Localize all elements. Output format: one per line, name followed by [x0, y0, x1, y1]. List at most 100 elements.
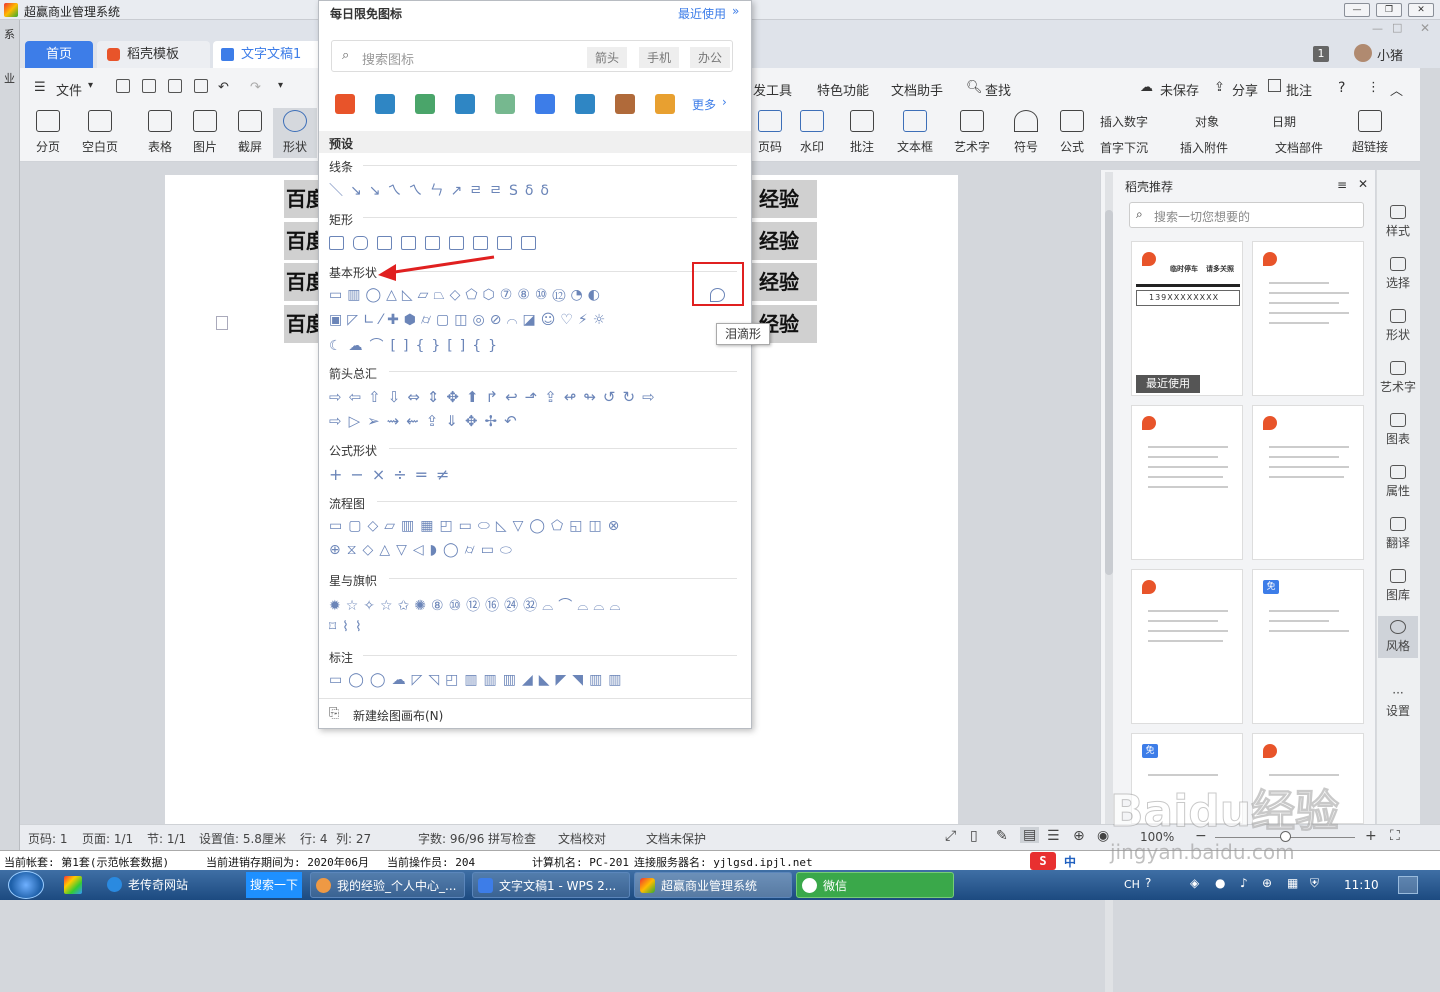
pen-icon[interactable]: ✎ [996, 828, 1008, 844]
print-icon[interactable] [168, 79, 182, 93]
shape-button[interactable]: 形状 [273, 108, 317, 158]
sidebar-item-style[interactable]: 样式 [1378, 205, 1418, 239]
search-chip[interactable]: 办公 [690, 47, 731, 68]
sidebar-item-wordart[interactable]: 艺术字 [1378, 361, 1418, 395]
drop-cap-button[interactable]: 首字下沉 [1100, 139, 1148, 156]
taskbar-item-wechat[interactable]: 微信 [796, 872, 954, 898]
help-button[interactable]: ? [1338, 80, 1345, 96]
more-options-icon[interactable]: ⋮ [1367, 80, 1380, 95]
read-mode-icon[interactable]: ▯ [970, 828, 978, 844]
flow-row-2[interactable]: ⊕⧖◇△▽◁◗◯⌭▭⬭ [329, 542, 629, 562]
chevron-down-icon[interactable]: ▾ [88, 80, 93, 91]
menu-find[interactable]: 查找 [985, 80, 1011, 99]
formula-button[interactable]: 公式 [1050, 110, 1094, 155]
flow-row-1[interactable]: ▭▢◇▱▥▦◰▭⬭◺▽◯⬠◱◫⊗ [329, 518, 739, 538]
panel-search-input[interactable]: ⌕ 搜索一切您想要的 [1129, 202, 1364, 228]
taskbar-item-browser[interactable]: 我的经验_个人中心_... [310, 872, 465, 898]
snip-rect-shape[interactable] [377, 236, 392, 250]
wordart-button[interactable]: 艺术字 [950, 110, 994, 155]
more-icons-link[interactable]: 更多 [692, 96, 716, 113]
panel-scrollbar[interactable] [1105, 210, 1113, 575]
wechat-tray-icon[interactable]: ● [1215, 876, 1225, 890]
taskbar-item-website[interactable]: 老传奇网站 [102, 872, 242, 898]
help-tray-icon[interactable]: ? [1145, 876, 1151, 890]
sidebar-item-theme[interactable]: 风格 [1378, 616, 1418, 658]
rect-shape[interactable] [329, 236, 344, 250]
new-canvas-button[interactable]: 新建绘图画布(N) [353, 707, 443, 724]
unsaved-status[interactable]: 未保存 [1160, 80, 1199, 99]
file-menu[interactable]: 文件 [56, 80, 82, 99]
menu-doc-assistant[interactable]: 文档助手 [891, 80, 943, 99]
comment-insert-button[interactable]: 批注 [840, 110, 884, 155]
quicklaunch-icon[interactable] [64, 876, 82, 894]
chevron-right-icon[interactable]: › [722, 95, 727, 109]
eye-icon[interactable]: ◉ [1097, 828, 1109, 844]
fit-window-icon[interactable]: ⛶ [1390, 828, 1400, 844]
export-icon[interactable] [142, 79, 156, 93]
close-button[interactable]: ✕ [1408, 3, 1434, 17]
lines-row[interactable]: ＼↘↘ㄟㄟㄣ↗ㄹㄹSδδ [329, 180, 629, 202]
snip-rect-shape[interactable] [521, 236, 536, 250]
tray-icon[interactable]: ◈ [1190, 876, 1199, 890]
free-icon-9[interactable] [655, 94, 675, 114]
sidebar-item-chart[interactable]: 图表 [1378, 413, 1418, 447]
insert-attachment-button[interactable]: 插入附件 [1180, 139, 1228, 156]
sidebar-item-properties[interactable]: 属性 [1378, 465, 1418, 499]
paragraph-handle-icon[interactable] [216, 316, 228, 330]
clock[interactable]: 11:10 [1344, 878, 1379, 892]
free-icon-7[interactable] [575, 94, 595, 114]
template-card[interactable] [1131, 405, 1243, 560]
snip-rect-shape[interactable] [449, 236, 464, 250]
volume-icon[interactable]: ♪ [1240, 876, 1248, 890]
taskbar-item-erp[interactable]: 超赢商业管理系统 [634, 872, 792, 898]
user-name[interactable]: 小猪 [1377, 45, 1403, 64]
undo-icon[interactable]: ↶ [218, 80, 229, 95]
template-card[interactable]: 临时停车 请多关照 139XXXXXXXX 最近使用 [1131, 241, 1243, 396]
basic-shapes-row-2[interactable]: ▣◸∟⁄✚⬢⌭▢◫◎⊘⌒◪☺♡⚡☼ [329, 312, 739, 332]
redo-icon[interactable]: ↷ [250, 80, 261, 95]
recent-link[interactable]: 最近使用 [678, 5, 726, 22]
sogou-ime-icon[interactable]: S [1030, 852, 1056, 870]
wps-maximize[interactable]: □ [1392, 21, 1402, 34]
table-button[interactable]: 表格 [138, 110, 182, 155]
date-button[interactable]: 日期 [1272, 113, 1296, 130]
stars-row-1[interactable]: ✹☆✧☆✩✺⑧⑩⑫⑯㉔㉜⌓⌒⌓⌓⌓ [329, 595, 739, 615]
search-button[interactable]: 搜索一下 [246, 872, 302, 898]
network-icon[interactable]: ▦ [1287, 876, 1298, 890]
snip-rect-shape[interactable] [473, 236, 488, 250]
ime-indicator[interactable]: CH [1124, 878, 1140, 891]
template-card[interactable] [1252, 405, 1364, 560]
free-icon-5[interactable] [495, 94, 515, 114]
arrows-row-1[interactable]: ⇨⇦⇧⇩⇔⇕✥⬆↱↩⬏⇪↫↬↺↻⇨ [329, 388, 739, 408]
sidebar-item-select[interactable]: 选择 [1378, 257, 1418, 291]
protect-status[interactable]: 文档未保护 [646, 830, 706, 847]
quick-access-more-icon[interactable]: ▾ [278, 80, 283, 91]
wps-minimize[interactable]: — [1372, 22, 1383, 35]
panel-close-icon[interactable]: ✕ [1358, 177, 1368, 191]
search-chip[interactable]: 箭头 [587, 47, 628, 68]
spell-check-button[interactable]: 拼写检查 [488, 830, 536, 847]
template-card[interactable] [1131, 569, 1243, 724]
web-view-icon[interactable]: ⊕ [1073, 828, 1085, 844]
sidebar-item-translate[interactable]: 翻译 [1378, 517, 1418, 551]
menu-dev-tools[interactable]: 发工具 [753, 80, 792, 99]
sidebar-item-gallery[interactable]: 图库 [1378, 569, 1418, 603]
free-icon-4[interactable] [455, 94, 475, 114]
search-chip[interactable]: 手机 [639, 47, 680, 68]
doc-parts-button[interactable]: 文档部件 [1275, 139, 1323, 156]
formula-row[interactable]: +−×÷=≠ [329, 465, 529, 485]
sidebar-item-settings[interactable]: ··· 设置 [1378, 686, 1418, 719]
rounded-rect-shape[interactable] [353, 236, 368, 250]
template-card[interactable]: 免 [1252, 569, 1364, 724]
free-icon-3[interactable] [415, 94, 435, 114]
free-icon-2[interactable] [375, 94, 395, 114]
show-desktop-icon[interactable] [1398, 876, 1418, 894]
window-count-badge[interactable]: 1 [1313, 46, 1329, 62]
free-icon-8[interactable] [615, 94, 635, 114]
snip-rect-shape[interactable] [425, 236, 440, 250]
menu-features[interactable]: 特色功能 [817, 80, 869, 99]
page-break-button[interactable]: 分页 [26, 110, 70, 155]
page-view-icon[interactable]: ▤ [1020, 827, 1040, 843]
fullscreen-icon[interactable]: ⤢ [945, 828, 956, 844]
callouts-row[interactable]: ▭◯◯☁◸◹◰▥▥▥◢◣◤◥▥▥ [329, 672, 739, 692]
